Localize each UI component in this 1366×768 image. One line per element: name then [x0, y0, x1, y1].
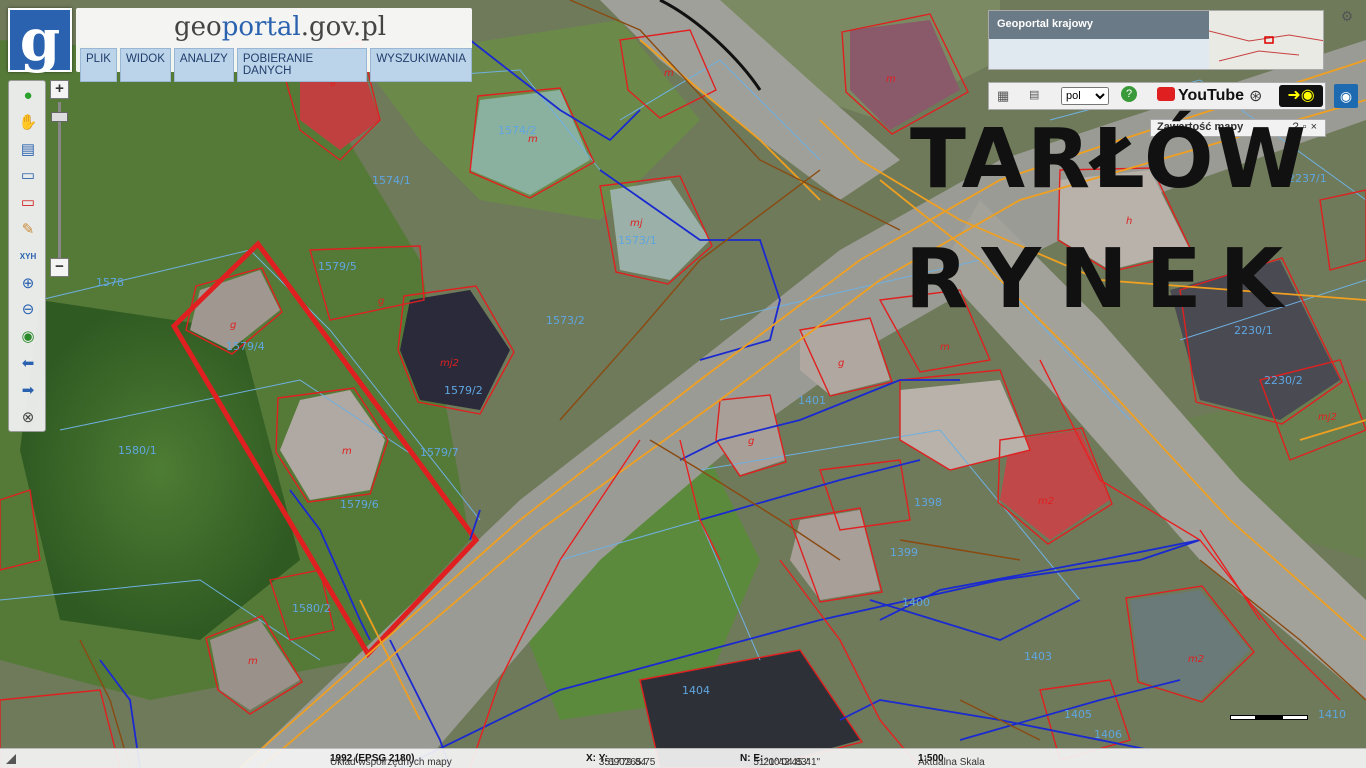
- parcel-label: 1579/4: [226, 340, 265, 353]
- svg-text:m: m: [886, 74, 896, 85]
- parcel-label: 2230/2: [1264, 374, 1303, 387]
- globe-icon[interactable]: ◉: [17, 326, 39, 348]
- back-arrow-icon[interactable]: ⬅: [17, 353, 39, 375]
- e-value: 21°42'45.41": [763, 757, 821, 768]
- parcel-label: 1573/1: [618, 234, 657, 247]
- list-icon[interactable]: ▤: [17, 139, 39, 161]
- logo-letter: g: [19, 6, 61, 74]
- menu-wyszukiwania[interactable]: WYSZUKIWANIA: [370, 48, 472, 82]
- zoom-in-icon[interactable]: ⊕: [17, 273, 39, 295]
- svg-text:g: g: [230, 320, 236, 331]
- crs-label: Układ współrzędnych mapy: [330, 757, 452, 768]
- xy-readout: X: 351779.84 Y: 690265.75: [586, 753, 655, 768]
- youtube-play-icon: [1157, 86, 1175, 101]
- youtube-label: YouTube: [1178, 87, 1245, 104]
- svg-text:mj: mj: [630, 218, 643, 229]
- site-title-part: geo: [174, 12, 222, 42]
- right-toolbar: ▦ ▤ pol ? YouTube ⊛ ➜◉: [988, 82, 1326, 110]
- overlay-title-line2: RYNEK: [905, 232, 1302, 327]
- crs-readout: Układ współrzędnych mapy 1992 (EPSG 2180…: [330, 753, 452, 768]
- status-bar: Układ współrzędnych mapy 1992 (EPSG 2180…: [0, 748, 1366, 768]
- n-label: N:: [740, 753, 751, 764]
- overview-map[interactable]: Geoportal krajowy: [988, 10, 1324, 70]
- svg-text:m: m: [342, 446, 352, 457]
- scale-readout: Aktualna Skala 1:500: [918, 753, 985, 768]
- parcel-label: 1580/2: [292, 602, 331, 615]
- expand-corner-icon[interactable]: [4, 752, 18, 766]
- help-icon[interactable]: ?: [1121, 86, 1137, 102]
- svg-text:g: g: [838, 358, 844, 369]
- svg-text:m: m: [248, 656, 258, 667]
- site-title-part: portal: [221, 12, 301, 42]
- youtube-link[interactable]: YouTube: [1157, 86, 1245, 107]
- pan-hand-icon[interactable]: ✋: [17, 112, 39, 134]
- x-label: X:: [586, 753, 596, 764]
- svg-text:m: m: [664, 68, 674, 79]
- layers-eye-icon[interactable]: ◉: [1334, 84, 1358, 108]
- parcel-label: 1399: [890, 546, 918, 559]
- parcel-label: 1405: [1064, 708, 1092, 721]
- zoom-in-button[interactable]: +: [50, 80, 69, 99]
- scale-label: Aktualna Skala: [918, 757, 985, 768]
- parcel-label: 1406: [1094, 728, 1122, 741]
- parcel-label: 1578: [96, 276, 124, 289]
- svg-text:m2: m2: [1038, 496, 1054, 507]
- geoportal-logo[interactable]: g: [8, 8, 72, 72]
- language-select[interactable]: pol: [1061, 87, 1109, 105]
- menu-plik[interactable]: PLIK: [80, 48, 117, 82]
- parcel-label: 1573/2: [546, 314, 585, 327]
- svg-text:mj2: mj2: [1318, 412, 1337, 423]
- accessibility-icon[interactable]: ⊛: [1249, 86, 1262, 106]
- map-toolbar: ● ✋ ▤ ▭ ▭ ✎ XYH ⊕ ⊖ ◉ ⬅ ➡ ⊗: [8, 80, 46, 432]
- svg-text:m2: m2: [1188, 654, 1204, 665]
- calculator-icon[interactable]: ▦: [997, 88, 1009, 104]
- svg-text:m: m: [940, 342, 950, 353]
- y-value: 690265.75: [608, 757, 656, 768]
- parcel-label: 1401: [798, 394, 826, 407]
- settings-gear-icon[interactable]: ⚙: [1338, 8, 1356, 26]
- svg-text:g: g: [378, 296, 384, 307]
- wms-icon[interactable]: ▤: [1029, 88, 1039, 101]
- contrast-eye-icon[interactable]: ➜◉: [1279, 85, 1323, 107]
- overview-thumbnail[interactable]: [1209, 11, 1324, 70]
- geo-readout: N: 51°00'04.83" E: 21°42'45.41": [740, 753, 820, 768]
- parcel-label: 1403: [1024, 650, 1052, 663]
- deselect-rect-icon[interactable]: ▭: [17, 192, 39, 214]
- overlay-title-line1: TARŁÓW: [910, 112, 1309, 207]
- main-menu: PLIK WIDOK ANALIZY POBIERANIE DANYCH WYS…: [80, 48, 472, 82]
- clear-icon[interactable]: ⊗: [17, 407, 39, 429]
- parcel-label: 1400: [902, 596, 930, 609]
- header-bar: geoportal.gov.pl PLIK WIDOK ANALIZY POBI…: [76, 8, 472, 82]
- parcel-label: 1579/5: [318, 260, 357, 273]
- svg-text:g: g: [748, 436, 754, 447]
- overview-title: Geoportal krajowy: [989, 11, 1209, 39]
- scale-bar: [1230, 712, 1308, 720]
- zoom-slider[interactable]: + −: [48, 80, 70, 278]
- zoom-out-button[interactable]: −: [50, 258, 69, 277]
- site-title: geoportal.gov.pl: [174, 12, 386, 42]
- select-rect-icon[interactable]: ▭: [17, 165, 39, 187]
- parcel-label: 1574/1: [372, 174, 411, 187]
- menu-analizy[interactable]: ANALIZY: [173, 48, 234, 82]
- parcel-label: 1579/6: [340, 498, 379, 511]
- parcel-label: 1580/1: [118, 444, 157, 457]
- info-icon[interactable]: ●: [17, 85, 39, 107]
- menu-pobieranie-danych[interactable]: POBIERANIE DANYCH: [236, 48, 368, 82]
- parcel-label: 1410: [1318, 708, 1346, 721]
- svg-text:mj2: mj2: [440, 358, 459, 369]
- site-title-part: .gov.pl: [300, 12, 387, 42]
- zoom-thumb[interactable]: [51, 112, 68, 122]
- zoom-track[interactable]: [58, 102, 61, 258]
- parcel-label: 1579/2: [444, 384, 483, 397]
- pencil-icon[interactable]: ✎: [17, 219, 39, 241]
- zoom-out-icon[interactable]: ⊖: [17, 299, 39, 321]
- svg-text:h: h: [1126, 216, 1132, 227]
- xyh-icon[interactable]: XYH: [17, 246, 39, 268]
- svg-text:m: m: [528, 134, 538, 145]
- menu-widok[interactable]: WIDOK: [119, 48, 171, 82]
- parcel-label: 1579/7: [420, 446, 459, 459]
- parcel-label: 1398: [914, 496, 942, 509]
- forward-arrow-icon[interactable]: ➡: [17, 380, 39, 402]
- parcel-label: 1404: [682, 684, 710, 697]
